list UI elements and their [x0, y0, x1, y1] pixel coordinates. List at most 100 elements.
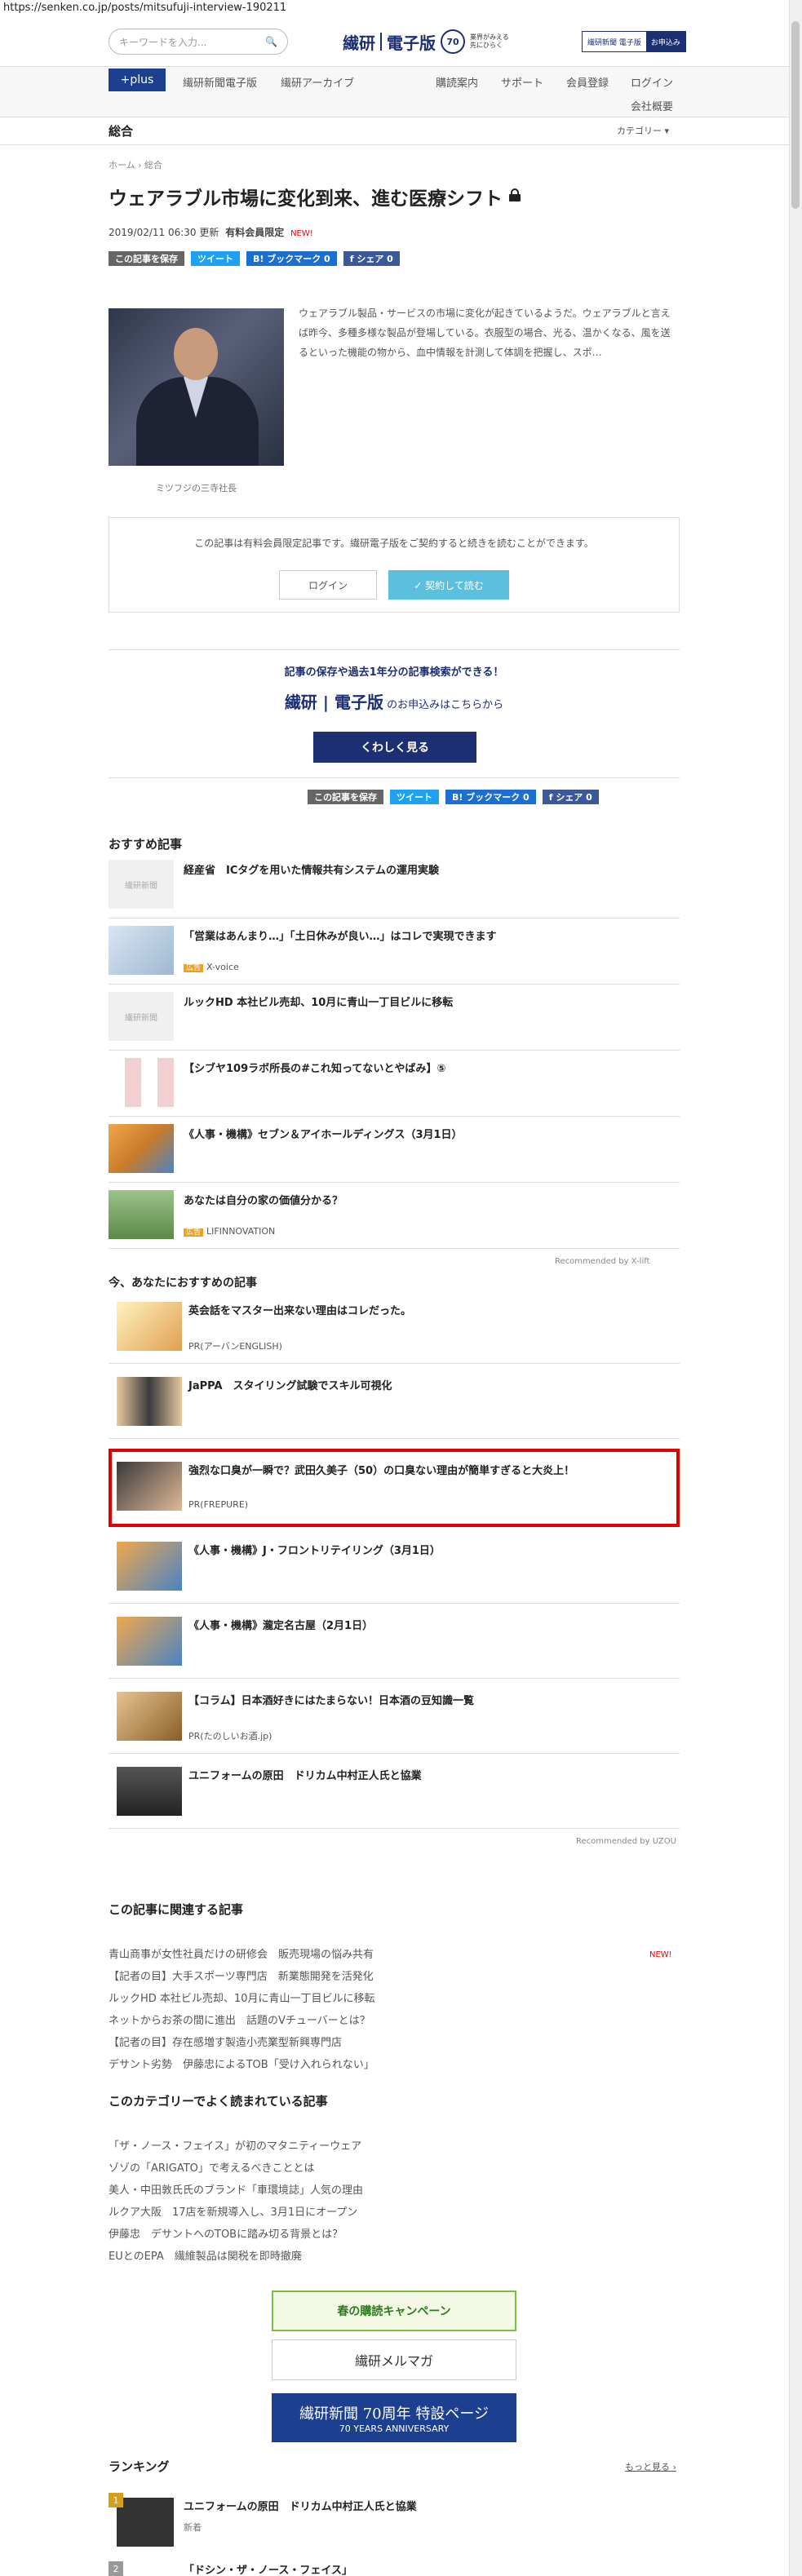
recommended-item[interactable]: あなたは自分の家の価値分かる？ 広告 LIFINNOVATION — [109, 1184, 680, 1249]
recommended2-item[interactable]: 【コラム】日本酒好きにはたまらない！日本酒の豆知識一覧 PR(たのしいお酒.jp… — [109, 1679, 680, 1754]
address-bar-url[interactable]: https://senken.co.jp/posts/mitsufuji-int… — [3, 2, 286, 14]
facebook-share-button[interactable]: f シェア 0 — [343, 251, 400, 266]
related-item[interactable]: 【記者の目】存在感増す製造小売業型新興専門店 — [109, 2032, 680, 2054]
popular-item[interactable]: 伊藤忠 デサントへのTOBに踏み切る背景とは？ — [109, 2224, 363, 2246]
facebook-share-button[interactable]: f シェア 0 — [542, 790, 599, 804]
recommended-item-title[interactable]: 経産省 ICタグを用いた情報共有システムの運用実験 — [184, 861, 673, 877]
share-bar-bottom: この記事を保存 ツイート B! ブックマーク 0 f シェア 0 — [308, 790, 599, 804]
category-menu[interactable]: カテゴリー ▾ — [617, 124, 669, 137]
share-bar-top: この記事を保存 ツイート B! ブックマーク 0 f シェア 0 — [109, 251, 400, 266]
breadcrumb[interactable]: ホーム › 総合 — [109, 158, 162, 171]
nav-item-archive[interactable]: 繊研アーカイブ — [281, 74, 354, 90]
search-input[interactable]: キーワードを入力... — [119, 35, 206, 49]
recommended-item[interactable]: 《人事・機構》セブン＆アイホールディングス（3月1日） — [109, 1118, 680, 1183]
site-logo[interactable]: 繊研 電子版 70 業界がみえる 先にひらく — [343, 29, 514, 54]
subscribe-badge[interactable]: 繊研新聞 電子版 お申込み — [582, 31, 686, 52]
recommended2-item[interactable]: 《人事・機構》J・フロントリテイリング（3月1日） — [109, 1529, 680, 1604]
scrollbar-thumb[interactable] — [791, 21, 800, 209]
spring-campaign-banner[interactable]: 春の購読キャンペーン — [272, 2291, 516, 2331]
recommended-thumb — [109, 926, 174, 975]
recommended2-item-title[interactable]: 【コラム】日本酒好きにはたまらない！日本酒の豆知識一覧 — [188, 1692, 678, 1707]
search-box[interactable]: キーワードを入力... 🔍 — [109, 29, 288, 55]
subscribe-button[interactable]: ✓ 契約して読む — [388, 570, 509, 600]
ranking-more-link[interactable]: もっと見る › — [625, 2460, 676, 2473]
recommended2-powered[interactable]: Recommended by UZOU — [576, 1837, 676, 1846]
recommended2-item[interactable]: JaPPA スタイリング試験でスキル可視化 — [109, 1364, 680, 1439]
promo-more-button[interactable]: くわしく見る — [313, 732, 476, 763]
page-scrollbar[interactable] — [789, 0, 802, 2576]
nav-item-company[interactable]: 会社概要 — [631, 98, 673, 113]
related-item[interactable]: ルックHD 本社ビル売却、10月に青山一丁目ビルに移転 — [109, 1988, 680, 2010]
ranking-item-title[interactable]: 「ドシン・ザ・ノース・フェイス」 — [184, 2561, 352, 2576]
promo-line-suffix: のお申込みはこちらから — [387, 699, 504, 711]
recommended-powered[interactable]: Recommended by X-lift — [555, 1257, 650, 1266]
hatena-bookmark-button[interactable]: B! ブックマーク 0 — [445, 790, 536, 804]
popular-item[interactable]: 美人・中田敦氏氏のブランド「車環境誌」人気の理由 — [109, 2180, 363, 2202]
recommended-item-title[interactable]: ルックHD 本社ビル売却、10月に青山一丁目ビルに移転 — [184, 994, 673, 1009]
popular-item[interactable]: EUとのEPA 繊維製品は関税を即時撤廃 — [109, 2246, 363, 2268]
recommended2-item[interactable]: 《人事・機構》瀧定名古屋（2月1日） — [109, 1604, 680, 1679]
mail-magazine-banner[interactable]: 繊研メルマガ — [272, 2339, 516, 2380]
logo-main: 繊研 — [343, 33, 375, 53]
search-icon[interactable]: 🔍 — [265, 36, 277, 47]
anniversary-banner[interactable]: 繊研新聞 70周年 特設ページ 70 YEARS ANNIVERSARY — [272, 2393, 516, 2442]
subscription-promo: 記事の保存や過去1年分の記事検索ができる！ 繊研 | 電子版 のお申込みはこちら… — [109, 649, 680, 778]
save-article-button[interactable]: この記事を保存 — [308, 790, 383, 804]
recommended2-item-title[interactable]: ユニフォームの原田 ドリカム中村正人氏と協業 — [188, 1767, 678, 1782]
main-nav: +plus 繊研新聞電子版 繊研アーカイブ 購読案内 サポート 会員登録 ログイ… — [0, 67, 789, 117]
new-badge: NEW! — [649, 1950, 672, 1959]
tweet-button[interactable]: ツイート — [390, 790, 439, 804]
ranking-item[interactable]: 2 「ドシン・ザ・ノース・フェイス」 — [109, 2561, 680, 2576]
article-title: ウェアラブル市場に変化到来、進む医療シフト — [109, 183, 521, 210]
subscribe-badge-label: 繊研新聞 電子版 — [583, 32, 646, 51]
recommended-item[interactable]: 【シブヤ109ラボ所長の#これ知ってないとやばみ】⑤ — [109, 1051, 680, 1117]
hatena-bookmark-button[interactable]: B! ブックマーク 0 — [246, 251, 337, 266]
related-item[interactable]: デサント劣勢 伊藤忠によるTOB「受け入れられない」 — [109, 2054, 680, 2076]
nav-item-digital[interactable]: 繊研新聞電子版 — [183, 74, 257, 90]
tweet-button[interactable]: ツイート — [191, 251, 240, 266]
ranking-item-title[interactable]: ユニフォームの原田 ドリカム中村正人氏と協業 — [184, 2498, 417, 2513]
paywall-box: この記事は有料会員限定記事です。繊研電子版をご契約すると続きを読むことができます… — [109, 517, 680, 613]
login-button[interactable]: ログイン — [279, 570, 377, 600]
new-badge: NEW! — [290, 229, 313, 238]
related-item[interactable]: 青山商事が女性社員だけの研修会 販売現場の悩み共有 — [109, 1944, 680, 1966]
popular-item[interactable]: ゾゾの「ARIGATO」で考えるべきこととは — [109, 2158, 363, 2180]
recommended-item[interactable]: 繊研新聞 ルックHD 本社ビル売却、10月に青山一丁目ビルに移転 — [109, 985, 680, 1051]
related-item[interactable]: ネットからお茶の間に進出 話題のVチューバーとは？ — [109, 2010, 680, 2032]
article-lead: ウェアラブル製品・サービスの市場に変化が起きているようだ。ウェアラブルと言えば昨… — [299, 308, 671, 358]
recommended-thumb — [109, 1190, 174, 1239]
recommended-item-title[interactable]: あなたは自分の家の価値分かる？ — [184, 1192, 673, 1207]
recommended-item[interactable]: 繊研新聞 経産省 ICタグを用いた情報共有システムの運用実験 — [109, 853, 680, 918]
related-title: この記事に関連する記事 — [109, 1902, 244, 1917]
subscribe-badge-action: お申込み — [645, 32, 685, 51]
recommended2-item-title[interactable]: 《人事・機構》瀧定名古屋（2月1日） — [188, 1617, 678, 1632]
article-title-text: ウェアラブル市場に変化到来、進む医療シフト — [109, 188, 503, 210]
recommended-thumb — [109, 1058, 174, 1107]
article-meta: 2019/02/11 06:30 更新 有料会員限定 NEW! — [109, 225, 313, 239]
popular-item[interactable]: 「ザ・ノース・フェイス」が初のマタニティーウェア — [109, 2136, 363, 2158]
highlight-box — [109, 1449, 680, 1527]
recommended2-item[interactable]: ユニフォームの原田 ドリカム中村正人氏と協業 — [109, 1754, 680, 1829]
nav-item-subscription[interactable]: 購読案内 — [436, 74, 478, 90]
recommended2-item-title[interactable]: 英会話をマスター出来ない理由はコレだった。 — [188, 1302, 678, 1317]
recommended-item-title[interactable]: 【シブヤ109ラボ所長の#これ知ってないとやばみ】⑤ — [184, 1060, 673, 1075]
logo-edition: 電子版 — [387, 33, 436, 53]
related-item[interactable]: 【記者の目】大手スポーツ専門店 新業態開発を活発化 — [109, 1966, 680, 1988]
ranking-title: ランキング — [109, 2459, 170, 2474]
popular-item[interactable]: ルクア大阪 17店を新規導入し、3月1日にオープン — [109, 2202, 363, 2224]
ranking-item[interactable]: 1 ユニフォームの原田 ドリカム中村正人氏と協業 新着 — [109, 2493, 680, 2558]
recommended-item-title[interactable]: 「営業はあんまり…」「土日休みが良い…」はコレで実現できます — [184, 927, 673, 943]
save-article-button[interactable]: この記事を保存 — [109, 251, 184, 266]
recommended-item-title[interactable]: 《人事・機構》セブン＆アイホールディングス（3月1日） — [184, 1126, 673, 1141]
promo-headline: 記事の保存や過去1年分の記事検索ができる！ — [284, 666, 504, 679]
recommended-item[interactable]: 「営業はあんまり…」「土日休みが良い…」はコレで実現できます 広告 X-voice — [109, 919, 680, 985]
recommended2-item[interactable]: 英会話をマスター出来ない理由はコレだった。 PR(アーバンENGLISH) — [109, 1289, 680, 1364]
anniversary-banner-title: 繊研新聞 70周年 特設ページ — [299, 2405, 489, 2423]
recommended2-item-title[interactable]: 《人事・機構》J・フロントリテイリング（3月1日） — [188, 1542, 678, 1557]
recommended2-item-title[interactable]: JaPPA スタイリング試験でスキル可視化 — [188, 1377, 678, 1392]
nav-item-register[interactable]: 会員登録 — [566, 74, 609, 90]
nav-item-support[interactable]: サポート — [501, 74, 543, 90]
nav-item-login[interactable]: ログイン — [631, 74, 673, 90]
plus-button[interactable]: +plus — [109, 69, 166, 91]
recommended2-thumb — [117, 1692, 182, 1741]
